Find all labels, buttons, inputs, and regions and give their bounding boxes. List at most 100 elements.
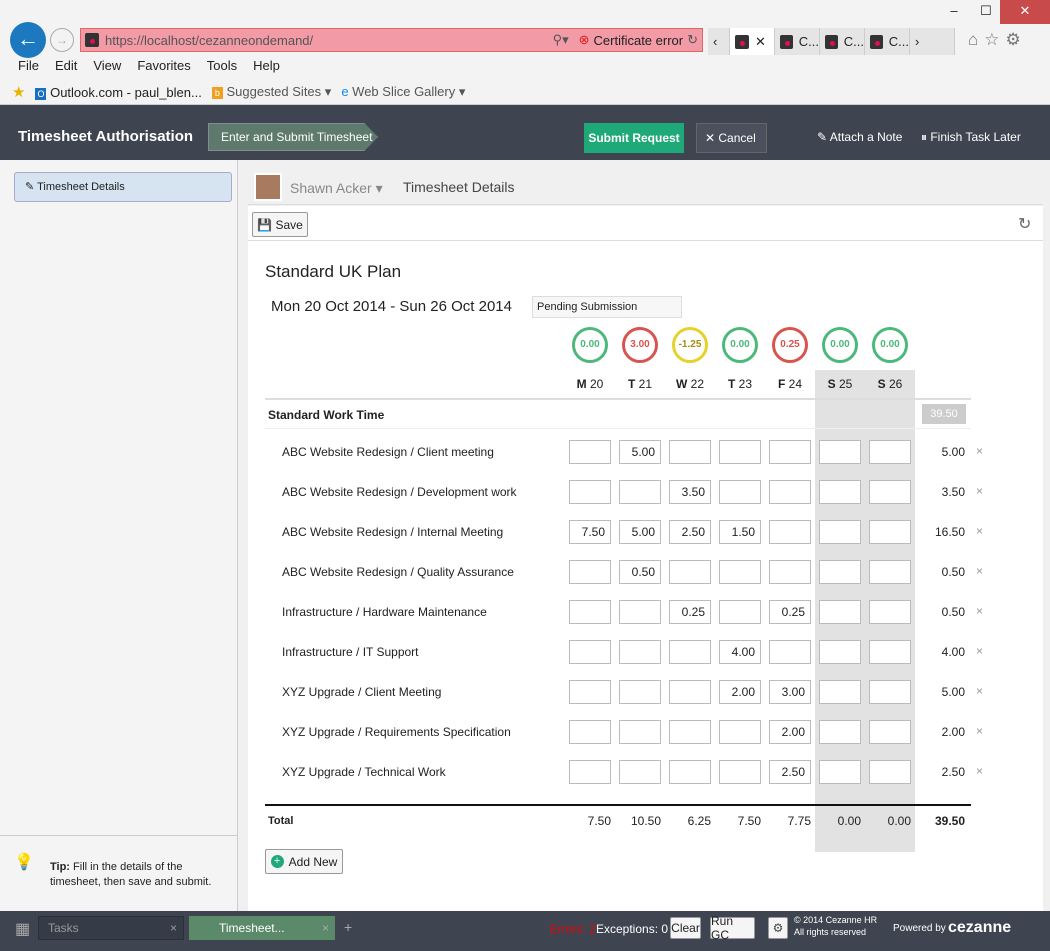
minimize-button[interactable]: ‒: [938, 0, 970, 24]
hours-input[interactable]: [819, 440, 861, 464]
favorites-star-icon[interactable]: ★: [12, 83, 25, 101]
favorite-suggested-sites[interactable]: b Suggested Sites ▾: [211, 84, 331, 100]
hours-input[interactable]: [719, 560, 761, 584]
hours-input[interactable]: [619, 680, 661, 704]
hours-input[interactable]: [619, 720, 661, 744]
hours-input[interactable]: [569, 440, 611, 464]
task-tab-tasks[interactable]: Tasks ×: [38, 916, 184, 940]
hours-input[interactable]: [569, 480, 611, 504]
hours-input[interactable]: 0.50: [619, 560, 661, 584]
favorite-web-slice[interactable]: e Web Slice Gallery ▾: [341, 84, 465, 100]
cancel-button[interactable]: ✕ Cancel: [696, 123, 767, 153]
hours-input[interactable]: [819, 760, 861, 784]
hours-input[interactable]: [719, 480, 761, 504]
favorites-star-icon[interactable]: ☆: [984, 30, 1005, 49]
menu-edit[interactable]: Edit: [55, 58, 77, 73]
hours-input[interactable]: 3.50: [669, 480, 711, 504]
refresh-icon[interactable]: ↻: [1018, 214, 1031, 234]
remove-row-icon[interactable]: ×: [976, 684, 983, 698]
hours-input[interactable]: 2.00: [769, 720, 811, 744]
hours-input[interactable]: [619, 640, 661, 664]
menu-favorites[interactable]: Favorites: [137, 58, 190, 73]
hours-input[interactable]: [719, 440, 761, 464]
tab[interactable]: C...: [820, 28, 865, 55]
hours-input[interactable]: 0.25: [669, 600, 711, 624]
hours-input[interactable]: [719, 760, 761, 784]
tab-scroll-right[interactable]: ›: [910, 28, 955, 55]
menu-view[interactable]: View: [93, 58, 121, 73]
refresh-icon[interactable]: ↻: [687, 32, 698, 48]
save-button[interactable]: 💾 Save: [252, 212, 308, 237]
hours-input[interactable]: [819, 560, 861, 584]
hours-input[interactable]: [869, 680, 911, 704]
remove-row-icon[interactable]: ×: [976, 764, 983, 778]
close-window-button[interactable]: ✕: [1000, 0, 1050, 24]
hours-input[interactable]: 0.25: [769, 600, 811, 624]
hours-input[interactable]: [719, 720, 761, 744]
hours-input[interactable]: [619, 600, 661, 624]
tab-scroll-left[interactable]: ‹: [708, 28, 730, 55]
remove-row-icon[interactable]: ×: [976, 484, 983, 498]
remove-row-icon[interactable]: ×: [976, 524, 983, 538]
forward-button[interactable]: →: [50, 28, 74, 52]
hours-input[interactable]: [869, 600, 911, 624]
hours-input[interactable]: [669, 760, 711, 784]
certificate-error[interactable]: Certificate error: [594, 33, 684, 48]
hours-input[interactable]: [869, 720, 911, 744]
run-gc-button[interactable]: Run GC: [710, 914, 755, 942]
hours-input[interactable]: [769, 480, 811, 504]
finish-later-button[interactable]: ⏸ Finish Task Later: [921, 130, 1021, 145]
hours-input[interactable]: [869, 640, 911, 664]
hours-input[interactable]: [819, 480, 861, 504]
hours-input[interactable]: 5.00: [619, 520, 661, 544]
settings-icon[interactable]: ⚙: [768, 917, 788, 939]
hours-input[interactable]: [569, 720, 611, 744]
address-bar[interactable]: https://localhost/cezanneondemand/ ⚲▾ ⊗ …: [80, 28, 703, 52]
hours-input[interactable]: [769, 640, 811, 664]
hours-input[interactable]: 1.50: [719, 520, 761, 544]
task-tab-timesheet[interactable]: Timesheet... ×: [189, 916, 335, 940]
hours-input[interactable]: [719, 600, 761, 624]
attach-note-button[interactable]: ✎ Attach a Note: [817, 130, 902, 144]
hours-input[interactable]: 3.00: [769, 680, 811, 704]
tab-active[interactable]: ✕: [730, 28, 775, 55]
hours-input[interactable]: [869, 560, 911, 584]
menu-help[interactable]: Help: [253, 58, 280, 73]
menu-tools[interactable]: Tools: [207, 58, 237, 73]
favorite-outlook[interactable]: O Outlook.com - paul_blen...: [35, 85, 202, 100]
settings-gear-icon[interactable]: ⚙: [1006, 30, 1027, 49]
submit-request-button[interactable]: Submit Request: [584, 123, 684, 153]
hours-input[interactable]: [769, 560, 811, 584]
user-dropdown[interactable]: Shawn Acker ▾: [290, 180, 383, 197]
grid-menu-icon[interactable]: ▦: [15, 919, 30, 939]
tab[interactable]: C...: [775, 28, 820, 55]
hours-input[interactable]: [869, 760, 911, 784]
hours-input[interactable]: [869, 520, 911, 544]
hours-input[interactable]: [569, 560, 611, 584]
sidebar-item-timesheet-details[interactable]: ✎ Timesheet Details: [14, 172, 232, 202]
hours-input[interactable]: [619, 760, 661, 784]
back-button[interactable]: ←: [10, 22, 46, 58]
hours-input[interactable]: [819, 680, 861, 704]
hours-input[interactable]: 4.00: [719, 640, 761, 664]
hours-input[interactable]: 7.50: [569, 520, 611, 544]
remove-row-icon[interactable]: ×: [976, 604, 983, 618]
hours-input[interactable]: 2.50: [769, 760, 811, 784]
hours-input[interactable]: [819, 520, 861, 544]
hours-input[interactable]: [819, 720, 861, 744]
hours-input[interactable]: [569, 680, 611, 704]
maximize-button[interactable]: ☐: [970, 0, 1002, 24]
hours-input[interactable]: [869, 480, 911, 504]
add-tab-icon[interactable]: +: [344, 919, 352, 935]
hours-input[interactable]: [569, 600, 611, 624]
hours-input[interactable]: [569, 640, 611, 664]
remove-row-icon[interactable]: ×: [976, 644, 983, 658]
home-icon[interactable]: ⌂: [968, 30, 984, 49]
menu-file[interactable]: File: [18, 58, 39, 73]
hours-input[interactable]: [819, 640, 861, 664]
clear-button[interactable]: Clear: [670, 917, 701, 939]
hours-input[interactable]: [769, 520, 811, 544]
hours-input[interactable]: [669, 440, 711, 464]
hours-input[interactable]: 2.50: [669, 520, 711, 544]
hours-input[interactable]: [869, 440, 911, 464]
